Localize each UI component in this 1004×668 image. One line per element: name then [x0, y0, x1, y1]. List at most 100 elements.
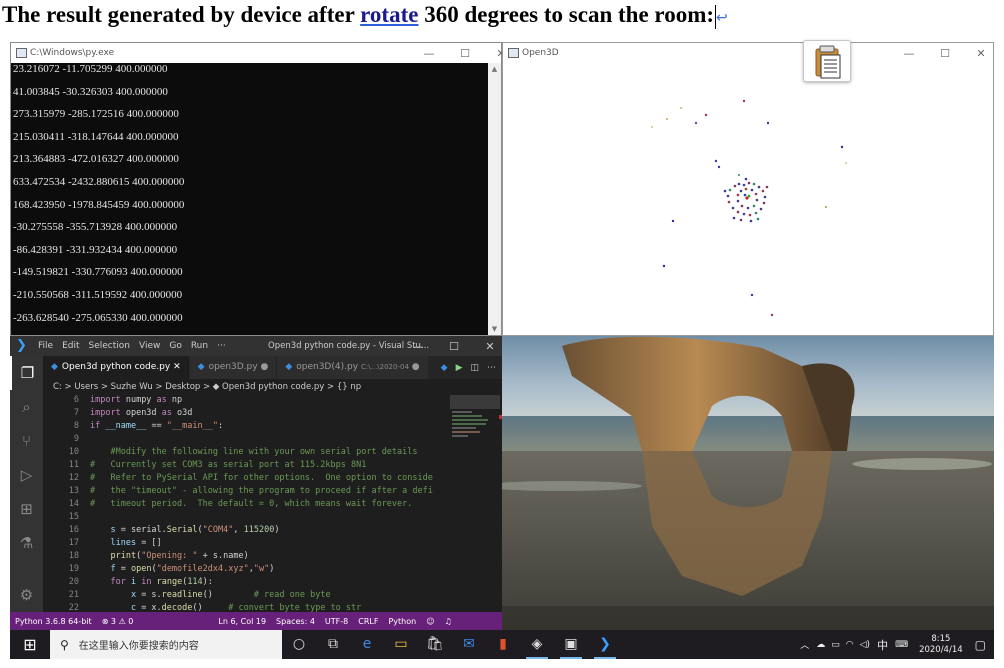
- vscode-logo-icon: ❯: [16, 338, 27, 353]
- extensions-icon[interactable]: ⊞: [10, 492, 43, 526]
- notification-center-icon[interactable]: ▢: [975, 638, 986, 652]
- minimize-button[interactable]: —: [411, 47, 447, 60]
- maximize-button[interactable]: ☐: [927, 47, 963, 60]
- menu-run[interactable]: Run: [191, 341, 208, 351]
- line-number: 12: [68, 473, 79, 483]
- maximize-button[interactable]: ☐: [436, 340, 472, 353]
- python-interpreter[interactable]: Python 3.6.8 64-bit: [15, 617, 92, 626]
- mail-icon[interactable]: ✉: [452, 630, 486, 659]
- minimize-button[interactable]: —: [400, 340, 436, 353]
- code-line: print("Opening: " + s.name): [110, 551, 249, 561]
- clock[interactable]: 8:15 2020/4/14: [919, 634, 963, 656]
- file-explorer-icon[interactable]: ▭: [384, 630, 418, 659]
- code-line: s = serial.Serial("COM4", 115200): [110, 525, 280, 535]
- cortana-icon[interactable]: ○: [282, 630, 316, 659]
- run-debug-icon[interactable]: ▷: [10, 458, 43, 492]
- breadcrumb[interactable]: C: > Users > Suzhe Wu > Desktop > ◆ Open…: [43, 379, 502, 395]
- point-cloud-view[interactable]: [503, 63, 993, 335]
- store-icon[interactable]: 🛍: [418, 630, 452, 659]
- source-control-icon[interactable]: ⑂: [10, 424, 43, 458]
- onedrive-icon[interactable]: ☁: [816, 640, 825, 650]
- feedback-icon[interactable]: ☺: [426, 617, 434, 626]
- task-view-icon[interactable]: ⧉: [316, 630, 350, 659]
- run-icon[interactable]: ▶: [456, 363, 463, 373]
- console-titlebar[interactable]: C:\Windows\py.exe — ☐ ✕: [11, 43, 506, 63]
- menu-go[interactable]: Go: [169, 341, 181, 351]
- clipboard-icon[interactable]: [803, 40, 851, 82]
- tab-close-icon[interactable]: ✕: [173, 362, 181, 372]
- minimap[interactable]: [448, 395, 502, 612]
- code-line: # timeout period. The default = 0, which…: [90, 499, 413, 509]
- battery-icon[interactable]: ▭: [831, 640, 840, 650]
- windows-start-icon[interactable]: ⊞: [10, 630, 50, 659]
- system-tray: ︿ ☁ ▭ ◠ ◁) 中 ⌨ 8:15 2020/4/14 ▢: [796, 634, 994, 656]
- input-method-icon[interactable]: ⌨: [895, 640, 908, 650]
- code-line: # the "timeout" - allowing the program t…: [90, 486, 433, 496]
- open3d-titlebar[interactable]: Open3D — ☐ ✕: [503, 43, 993, 63]
- code-line: if __name__ == "__main__":: [90, 421, 224, 431]
- line-number: 7: [73, 408, 79, 418]
- ime-indicator[interactable]: 中: [877, 637, 888, 653]
- menu-more[interactable]: ···: [217, 341, 226, 351]
- vscode-titlebar[interactable]: ❯ File Edit Selection View Go Run ··· Op…: [10, 336, 502, 356]
- line-number: 16: [68, 525, 79, 535]
- cursor-position[interactable]: Ln 6, Col 19: [218, 617, 266, 626]
- show-hidden-icons-icon[interactable]: ︿: [800, 638, 809, 651]
- line-number: 13: [68, 486, 79, 496]
- language-mode[interactable]: Python: [388, 617, 416, 626]
- taskbar-search-box[interactable]: ⚲ 在这里输入你要搜索的内容: [50, 630, 282, 659]
- vscode-window[interactable]: ❯ File Edit Selection View Go Run ··· Op…: [10, 336, 502, 630]
- tab-open3d-py[interactable]: ◆ open3D.py ●: [189, 356, 278, 379]
- rotate-link[interactable]: rotate: [360, 2, 418, 27]
- status-bar: Python 3.6.8 64-bit ⊗ 3 ⚠ 0 Ln 6, Col 19…: [10, 612, 502, 630]
- console-app-icon: [16, 48, 27, 58]
- code-line: import open3d as o3d: [90, 408, 193, 418]
- problems-count[interactable]: ⊗ 3 ⚠ 0: [102, 617, 134, 626]
- desktop-wallpaper: [502, 336, 994, 630]
- search-icon[interactable]: ⌕: [10, 390, 43, 424]
- search-icon: ⚲: [60, 637, 69, 652]
- tab-open3d-python-code[interactable]: ◆ Open3d python code.py ✕: [43, 356, 190, 379]
- menu-view[interactable]: View: [139, 341, 160, 351]
- console-line: -149.519821 -330.776093 400.000000: [13, 266, 183, 279]
- vscode-app-icon[interactable]: ❯: [588, 630, 622, 659]
- minimize-button[interactable]: —: [891, 47, 927, 60]
- scroll-down-arrow-icon[interactable]: ▼: [488, 323, 501, 335]
- console-line: 633.472534 -2432.880615 400.000000: [13, 175, 185, 188]
- wifi-icon[interactable]: ◠: [846, 640, 854, 650]
- editor-tabs: ◆ Open3d python code.py ✕ ◆ open3D.py ● ◆ o…: [43, 356, 502, 379]
- end-of-line[interactable]: CRLF: [358, 617, 378, 626]
- open3d-window[interactable]: Open3D — ☐ ✕: [502, 42, 994, 336]
- menu-selection[interactable]: Selection: [89, 341, 130, 351]
- menu-file[interactable]: File: [38, 341, 53, 351]
- console-line: 23.216072 -11.705299 400.000000: [13, 63, 168, 75]
- settings-gear-icon[interactable]: ⚙: [10, 578, 43, 612]
- line-number: 20: [68, 577, 79, 587]
- split-editor-icon[interactable]: ◫: [470, 363, 479, 373]
- console-scrollbar[interactable]: ▲ ▼: [488, 63, 501, 335]
- office-icon[interactable]: ▮: [486, 630, 520, 659]
- close-button[interactable]: ✕: [472, 340, 502, 353]
- close-button[interactable]: ✕: [963, 47, 993, 60]
- explorer-icon[interactable]: ❐: [10, 356, 43, 390]
- tab-open3d-4-py[interactable]: ◆ open3D(4).py C:\...\2020-04 ●: [277, 356, 429, 379]
- test-flask-icon[interactable]: ⚗: [10, 526, 43, 560]
- volume-icon[interactable]: ◁): [860, 640, 870, 650]
- python-app-icon[interactable]: ◈: [520, 630, 554, 659]
- encoding[interactable]: UTF-8: [325, 617, 348, 626]
- console-window[interactable]: C:\Windows\py.exe — ☐ ✕ 23.216072 -11.70…: [10, 42, 506, 336]
- notifications-bell-icon[interactable]: ♫: [445, 617, 452, 626]
- maximize-button[interactable]: ☐: [447, 47, 483, 60]
- document-heading: The result generated by device after rot…: [2, 2, 728, 29]
- edge-browser-icon[interactable]: e: [350, 630, 384, 659]
- code-line: c = x.decode() # convert byte type to st…: [130, 603, 362, 612]
- menu-edit[interactable]: Edit: [62, 341, 79, 351]
- line-number: 18: [68, 551, 79, 561]
- more-actions-icon[interactable]: ⋯: [487, 363, 496, 373]
- open3d-app-icon[interactable]: ▣: [554, 630, 588, 659]
- line-number: 17: [68, 538, 79, 548]
- scroll-up-arrow-icon[interactable]: ▲: [488, 63, 501, 75]
- code-editor[interactable]: 6 7 8 9 10 11 12 13 14 15 16 17 18 19 20…: [43, 395, 448, 612]
- line-number: 10: [68, 447, 79, 457]
- indentation[interactable]: Spaces: 4: [276, 617, 315, 626]
